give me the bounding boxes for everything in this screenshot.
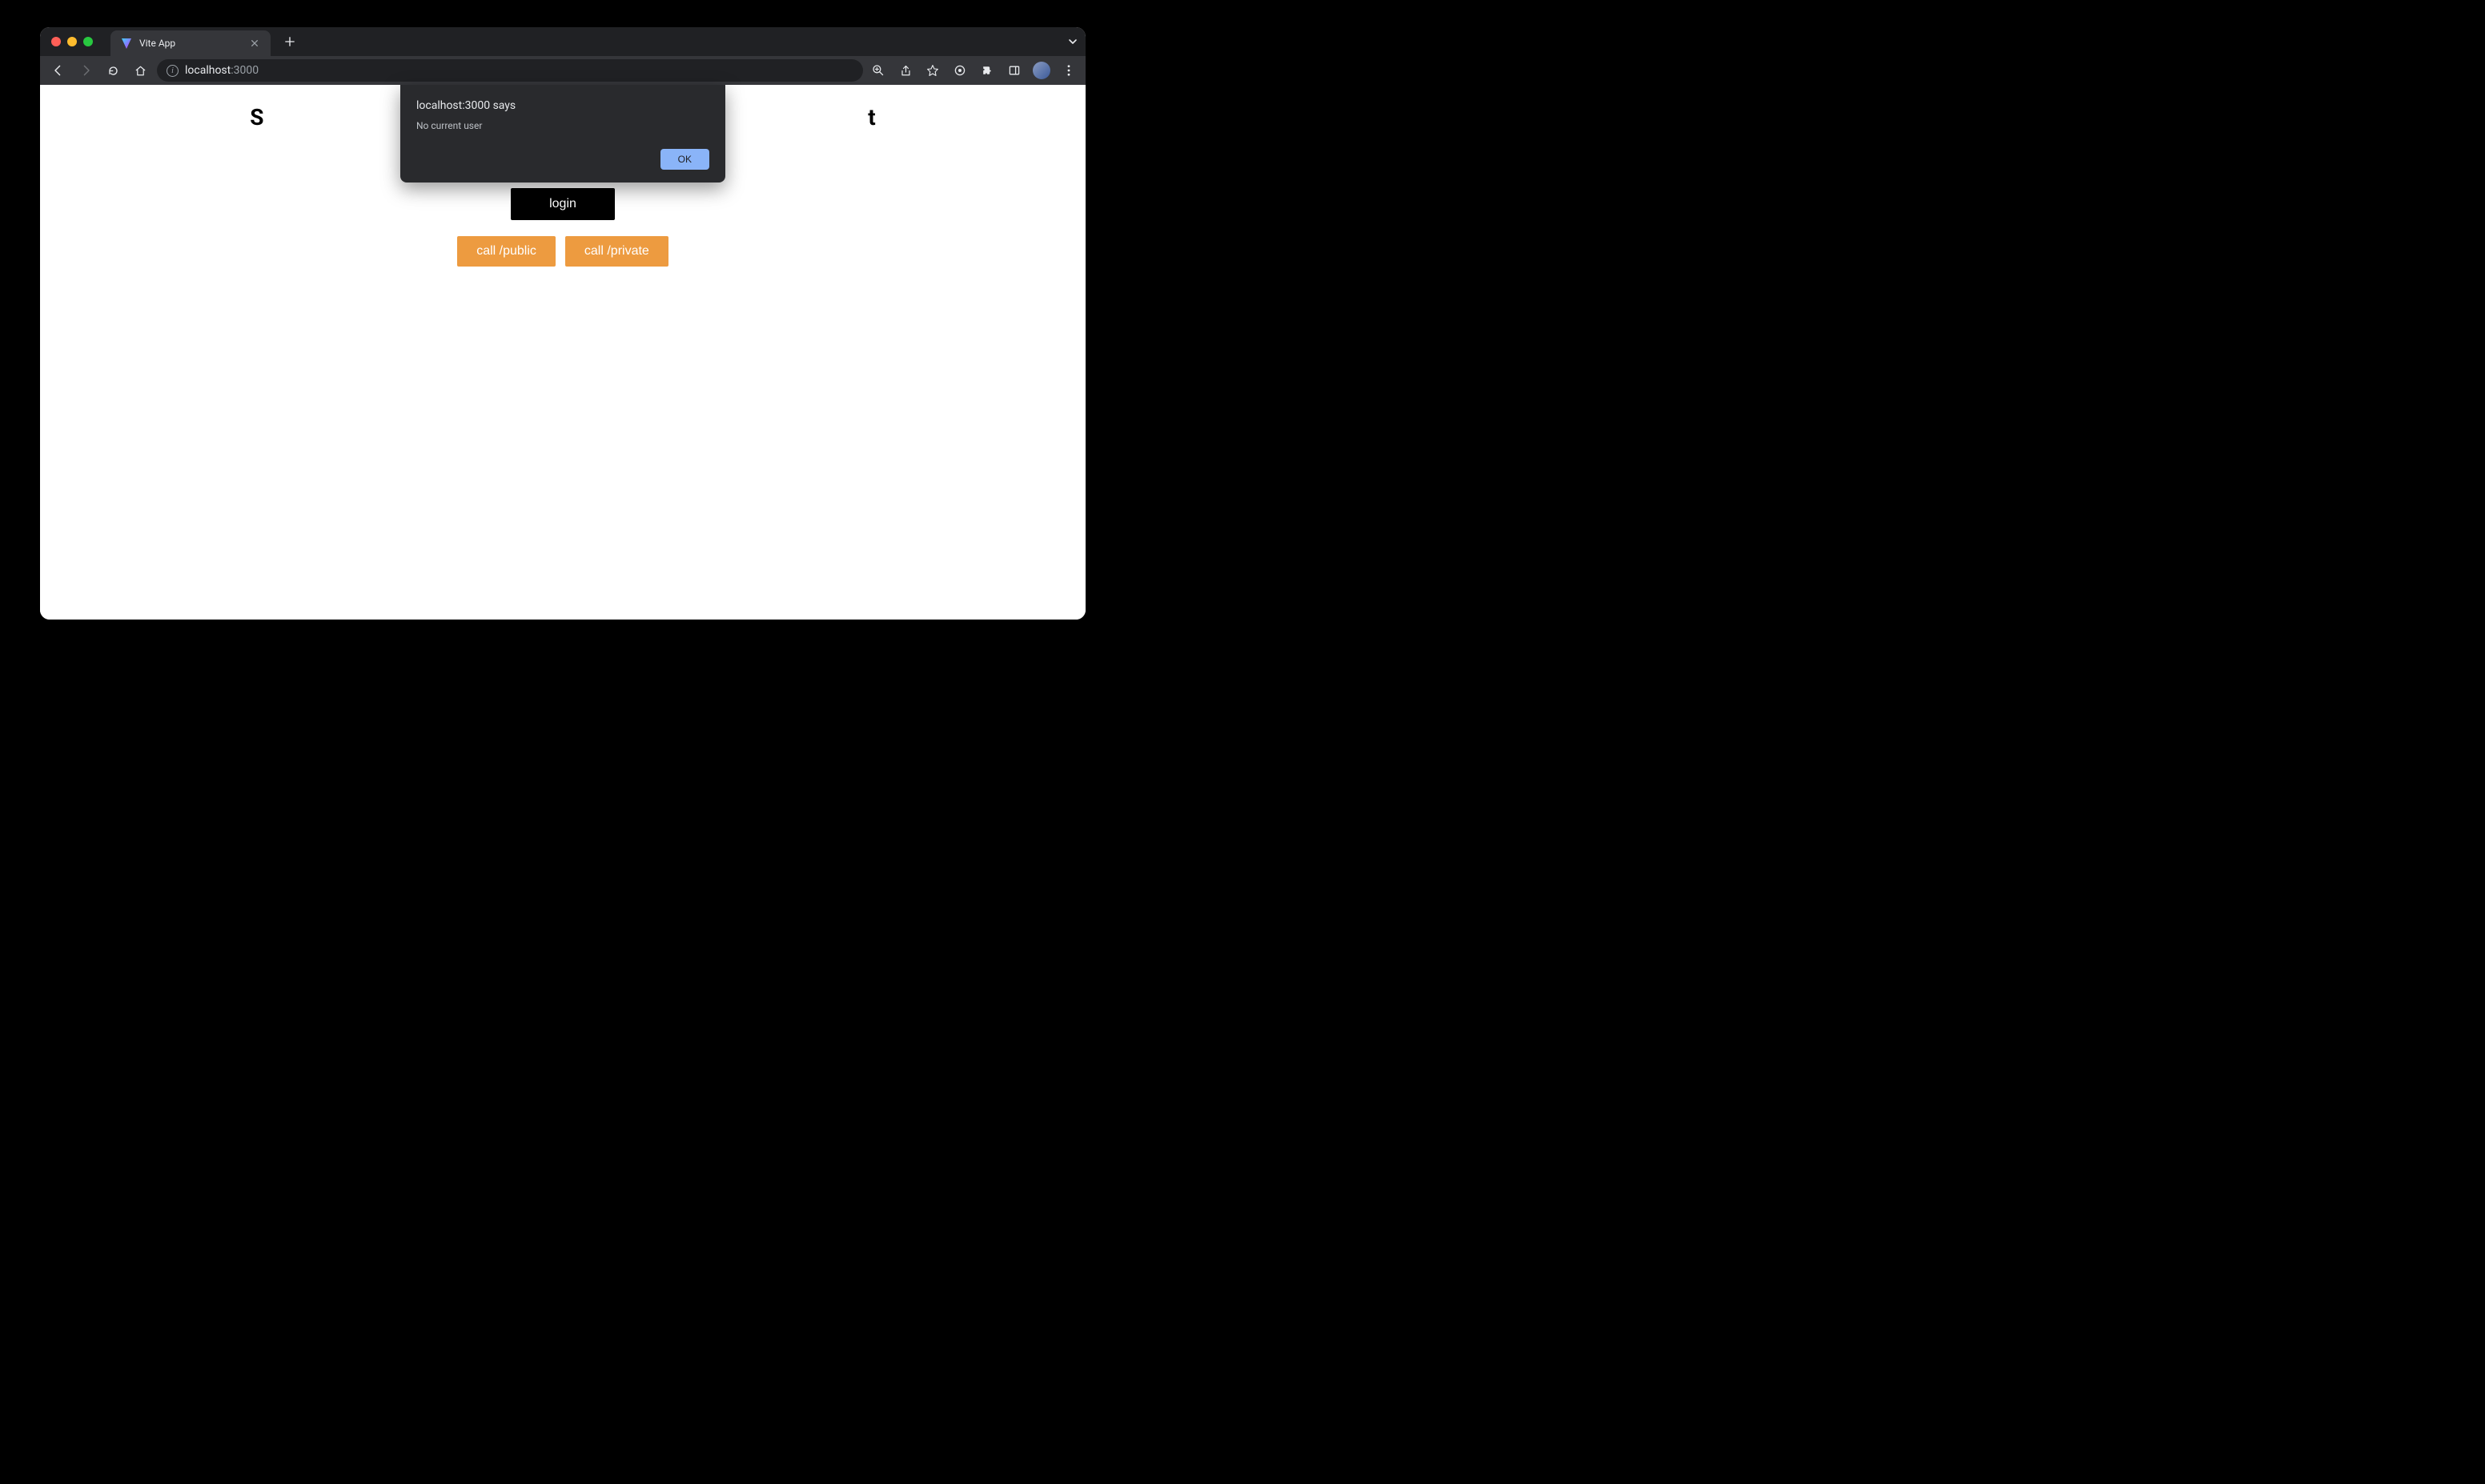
vite-favicon-icon bbox=[120, 37, 133, 50]
browser-tab[interactable]: Vite App bbox=[110, 30, 271, 56]
forward-button[interactable] bbox=[75, 60, 96, 81]
reload-button[interactable] bbox=[102, 60, 123, 81]
window-fullscreen-button[interactable] bbox=[83, 37, 93, 46]
page-content: S xxxxxxxxxxxxxxxxxxxxxxxxxxxxxxxxxxxxxx… bbox=[40, 85, 1086, 620]
window-minimize-button[interactable] bbox=[67, 37, 77, 46]
window-controls bbox=[51, 37, 93, 46]
share-icon[interactable] bbox=[897, 62, 914, 79]
browser-window: Vite App i localho bbox=[40, 27, 1086, 620]
back-button[interactable] bbox=[48, 60, 69, 81]
alert-ok-button[interactable]: OK bbox=[660, 149, 709, 170]
home-button[interactable] bbox=[130, 60, 151, 81]
tab-search-button[interactable] bbox=[1068, 27, 1078, 65]
url-text: localhost:3000 bbox=[185, 64, 259, 77]
titlebar-right bbox=[1068, 27, 1078, 62]
login-button[interactable]: login bbox=[511, 188, 615, 220]
tab-title: Vite App bbox=[139, 38, 248, 49]
call-button-row: call /public call /private bbox=[457, 236, 668, 267]
site-info-icon[interactable]: i bbox=[167, 65, 179, 77]
bookmark-star-icon[interactable] bbox=[924, 62, 941, 79]
js-alert-dialog: localhost:3000 says No current user OK bbox=[400, 85, 725, 182]
address-bar[interactable]: i localhost:3000 bbox=[157, 59, 863, 82]
profile-avatar[interactable] bbox=[1033, 62, 1050, 79]
alert-message: No current user bbox=[416, 120, 709, 131]
window-close-button[interactable] bbox=[51, 37, 61, 46]
heading-prefix: S bbox=[250, 104, 263, 130]
new-tab-button[interactable] bbox=[280, 32, 299, 51]
toolbar: i localhost:3000 bbox=[40, 56, 1086, 85]
toolbar-right bbox=[869, 62, 1078, 79]
extensions-puzzle-icon[interactable] bbox=[978, 62, 996, 79]
url-path: :3000 bbox=[231, 64, 259, 77]
call-public-button[interactable]: call /public bbox=[457, 236, 556, 267]
heading-suffix: t bbox=[868, 104, 875, 130]
tab-close-button[interactable] bbox=[248, 39, 261, 47]
titlebar: Vite App bbox=[40, 27, 1086, 56]
url-host: localhost bbox=[185, 64, 231, 77]
alert-backdrop: localhost:3000 says No current user OK bbox=[40, 85, 1086, 620]
extension-circle-icon[interactable] bbox=[951, 62, 969, 79]
call-private-button[interactable]: call /private bbox=[565, 236, 668, 267]
alert-actions: OK bbox=[416, 149, 709, 170]
zoom-icon[interactable] bbox=[869, 62, 887, 79]
alert-title: localhost:3000 says bbox=[416, 99, 709, 112]
side-panel-icon[interactable] bbox=[1006, 62, 1023, 79]
